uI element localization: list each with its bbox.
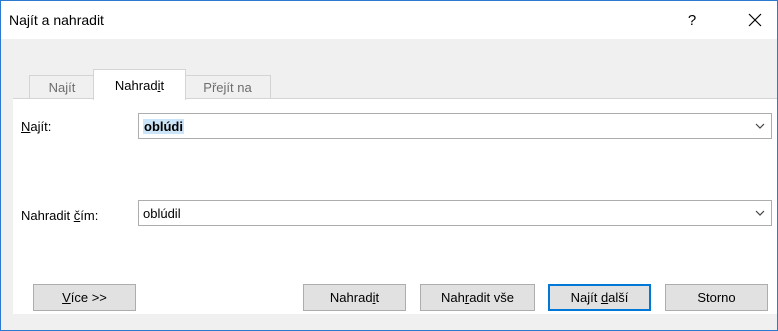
tab-replace-label: Nahradit — [114, 77, 165, 93]
find-input[interactable]: oblúdi — [143, 119, 184, 134]
replace-combobox[interactable]: oblúdil — [138, 200, 772, 226]
help-icon: ? — [687, 11, 697, 29]
chevron-down-icon — [755, 210, 765, 216]
tab-goto-label: Přejít na — [203, 80, 252, 95]
replace-label: Nahradit čím: — [21, 208, 99, 223]
find-replace-dialog: Najít a nahradit ? Najít Nahradit Přejít… — [0, 0, 778, 331]
replace-input[interactable]: oblúdil — [143, 206, 181, 221]
replace-all-button-label: Nahradit vše — [440, 290, 514, 305]
tab-find[interactable]: Najít — [29, 75, 95, 99]
close-icon — [748, 13, 762, 27]
replace-all-button[interactable]: Nahradit vše — [420, 284, 535, 311]
tab-goto[interactable]: Přejít na — [184, 75, 271, 99]
cancel-button[interactable]: Storno — [665, 284, 768, 311]
tab-replace[interactable]: Nahradit — [93, 69, 186, 100]
help-button[interactable]: ? — [677, 5, 707, 35]
window-title: Najít a nahradit — [9, 12, 104, 28]
close-button[interactable] — [737, 5, 773, 35]
tab-find-label: Najít — [48, 80, 76, 95]
replace-button[interactable]: Nahradit — [303, 284, 406, 311]
more-button-label: Více >> — [62, 290, 107, 305]
cancel-button-label: Storno — [697, 290, 736, 305]
find-dropdown-button[interactable] — [749, 114, 771, 138]
find-next-button-label: Najít další — [570, 290, 629, 305]
replace-button-label: Nahradit — [329, 290, 380, 305]
find-label: Najít: — [21, 119, 52, 134]
find-next-button[interactable]: Najít další — [548, 284, 651, 311]
replace-dropdown-button[interactable] — [749, 201, 771, 225]
replace-panel: Najít: oblúdi Nahradit čím: oblúdil Více… — [13, 98, 777, 314]
more-button[interactable]: Více >> — [33, 284, 136, 311]
find-combobox[interactable]: oblúdi — [138, 113, 772, 139]
title-bar: Najít a nahradit ? — [1, 1, 777, 39]
chevron-down-icon — [755, 123, 765, 129]
